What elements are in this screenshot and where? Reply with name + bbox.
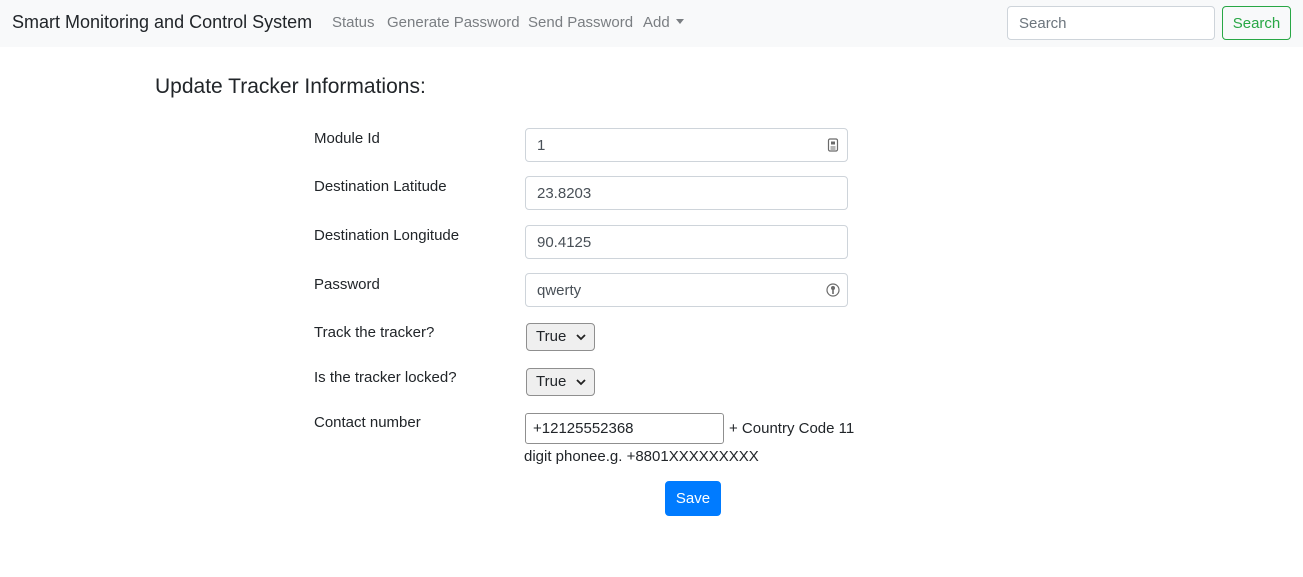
latitude-input[interactable]: [525, 176, 848, 210]
caret-down-icon: [675, 19, 684, 24]
module-id-label: Module Id: [314, 130, 380, 147]
password-input[interactable]: [525, 273, 848, 307]
navbar: Smart Monitoring and Control System Stat…: [0, 0, 1303, 47]
longitude-label: Destination Longitude: [314, 227, 460, 244]
chevron-down-icon: [576, 334, 586, 341]
locked-label: Is the tracker locked?: [314, 369, 457, 386]
nav-add-dropdown[interactable]: Add: [643, 14, 684, 31]
contact-hint: + Country Code 11: [729, 420, 855, 437]
page-title: Update Tracker Informations:: [155, 75, 426, 98]
track-label: Track the tracker?: [314, 324, 435, 341]
password-label: Password: [314, 276, 380, 293]
key-icon[interactable]: [826, 283, 840, 297]
module-id-input[interactable]: [525, 128, 848, 162]
nav-add-label: Add: [643, 14, 670, 31]
latitude-label: Destination Latitude: [314, 178, 447, 195]
search-input[interactable]: [1007, 6, 1215, 40]
nav-send-password[interactable]: Send Password: [528, 14, 633, 31]
chevron-down-icon: [576, 379, 586, 386]
longitude-input[interactable]: [525, 225, 848, 259]
track-select-value: True: [536, 328, 567, 345]
id-card-icon: [827, 138, 839, 152]
save-button[interactable]: Save: [665, 481, 721, 516]
contact-number-input[interactable]: [525, 413, 724, 444]
brand[interactable]: Smart Monitoring and Control System: [12, 12, 312, 33]
locked-select-value: True: [536, 373, 567, 390]
nav-generate-password[interactable]: Generate Password: [387, 14, 520, 31]
contact-hint-continued: digit phonee.g. +8801XXXXXXXXX: [524, 448, 759, 465]
nav-status[interactable]: Status: [332, 14, 375, 31]
contact-label: Contact number: [314, 414, 421, 431]
search-button[interactable]: Search: [1222, 6, 1291, 40]
